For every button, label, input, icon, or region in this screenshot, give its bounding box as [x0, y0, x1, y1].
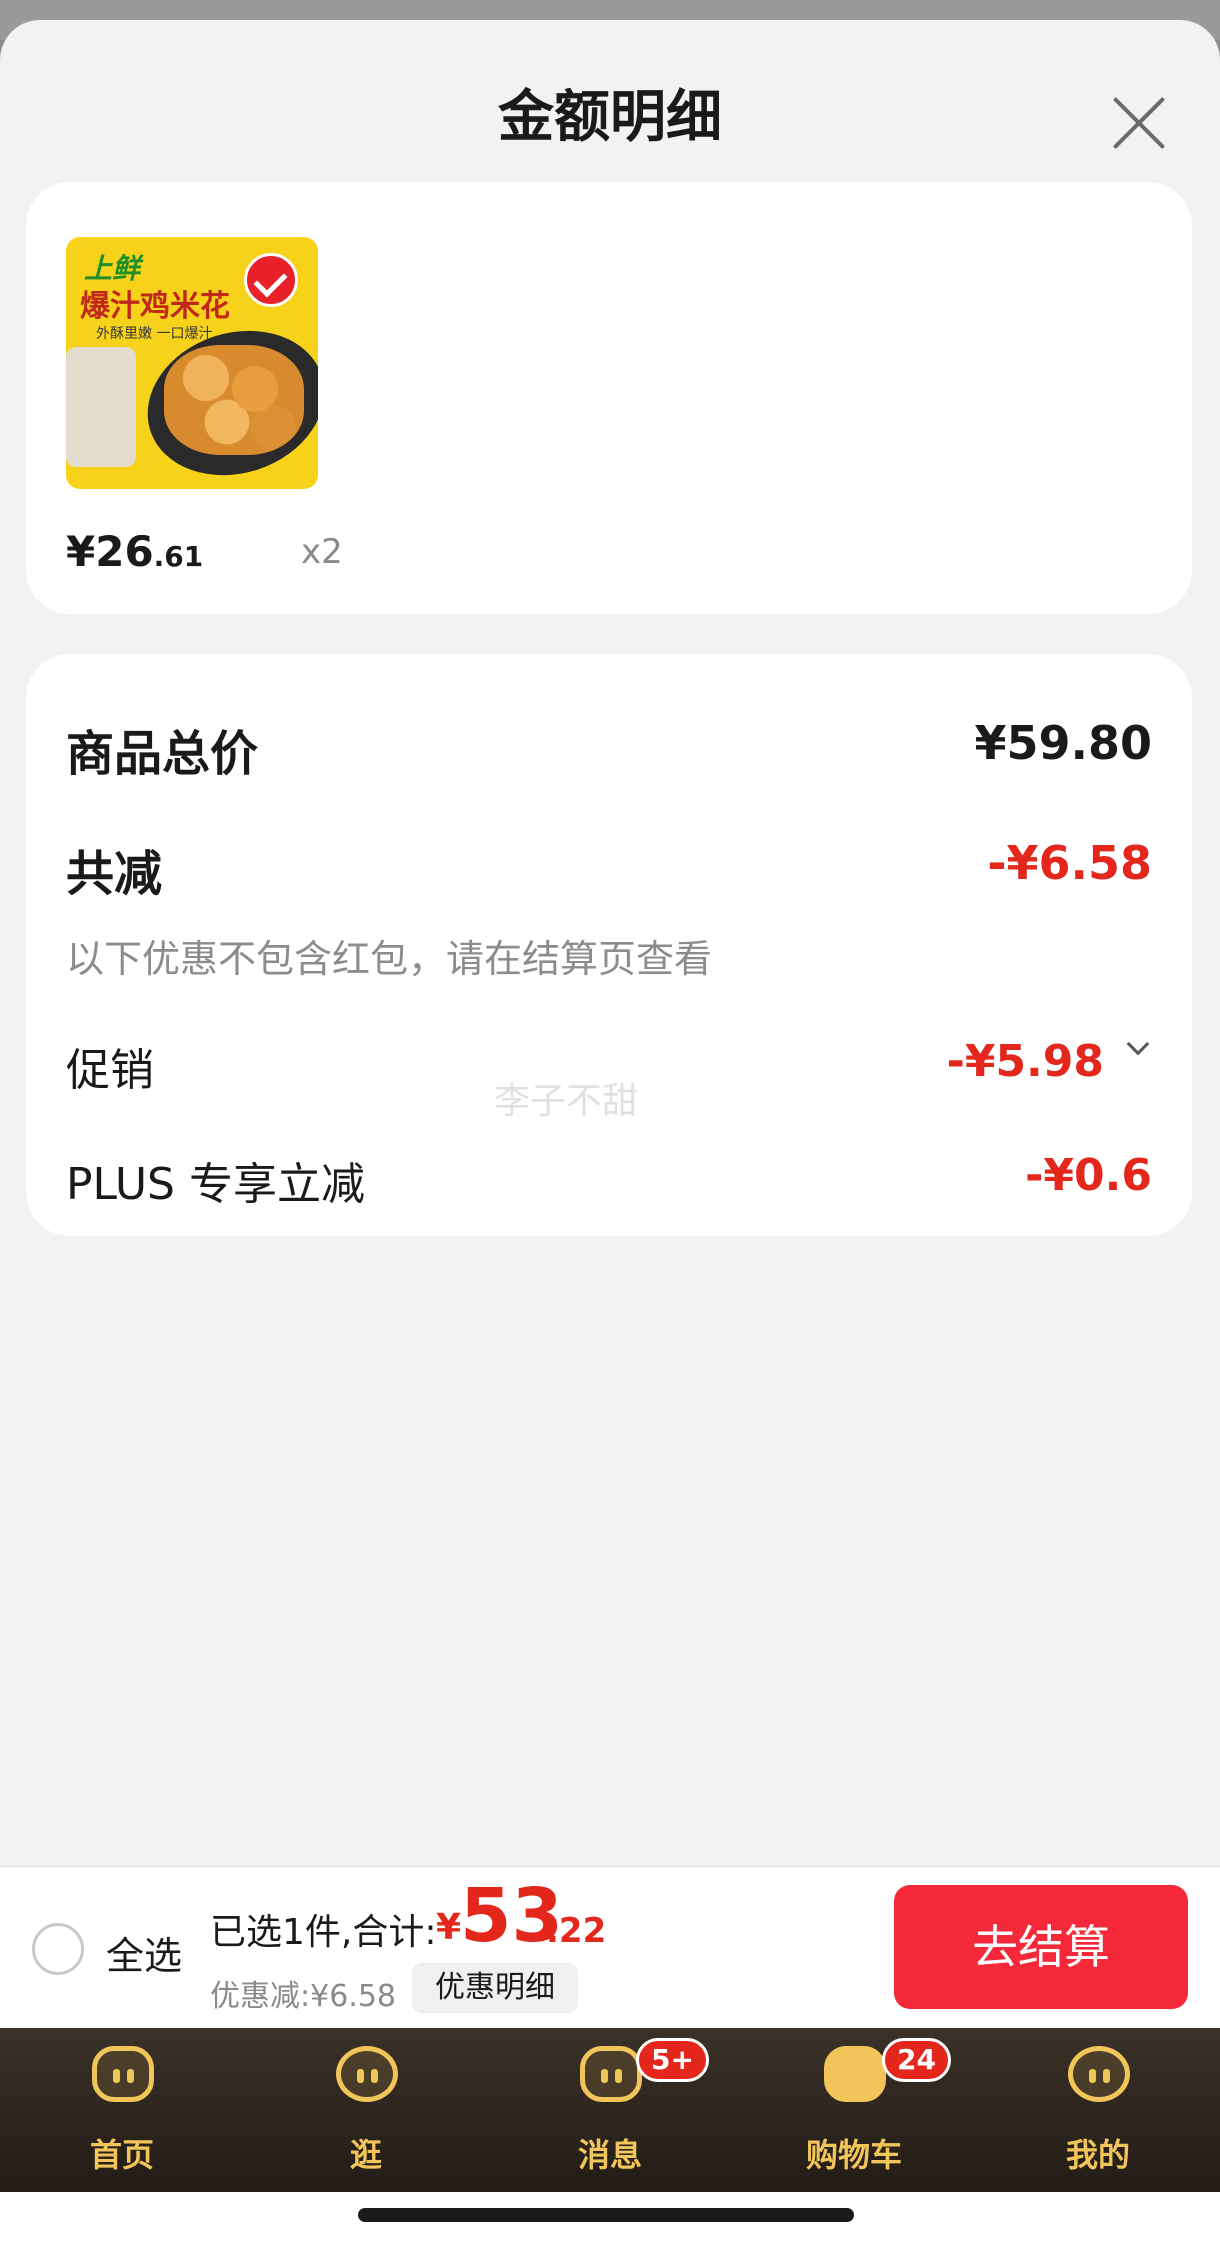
message-icon: [580, 2046, 642, 2102]
product-card: 上鲜 爆汁鸡米花 外酥里嫩 一口爆汁 ¥26.61 x2: [26, 182, 1192, 614]
home-indicator[interactable]: [358, 2208, 854, 2222]
select-all-radio[interactable]: [32, 1923, 84, 1975]
tab-cart[interactable]: 24 购物车: [732, 2028, 976, 2192]
discount-amount: 优惠减:¥6.58: [210, 1979, 396, 2014]
browse-icon: [336, 2046, 398, 2102]
promo-label: 促销: [66, 1045, 154, 1096]
total-amount-dec: .22: [546, 1911, 607, 1951]
tab-messages[interactable]: 5+ 消息: [488, 2028, 732, 2192]
total-currency: ¥: [436, 1907, 462, 1948]
promo-value[interactable]: -¥5.98: [947, 1036, 1104, 1087]
reduction-value: -¥6.58: [987, 836, 1152, 890]
message-badge: 5+: [636, 2038, 709, 2082]
plus-value: -¥0.6: [1025, 1150, 1152, 1201]
select-all-label[interactable]: 全选: [106, 1925, 182, 1980]
checkout-bar: 全选 已选1件,合计: ¥ 53 .22 优惠减:¥6.58 优惠明细 去结算: [0, 1866, 1220, 2028]
watermark: 李子不甜: [494, 1081, 639, 1122]
plus-label: PLUS 专享立减: [66, 1159, 365, 1210]
product-price-int: ¥26: [66, 527, 154, 576]
selected-info: 已选1件,合计:: [210, 1912, 437, 1953]
product-image-title: 爆汁鸡米花: [80, 289, 230, 324]
cart-badge: 24: [882, 2038, 951, 2082]
tab-label: 消息: [577, 2136, 642, 2174]
total-price-label: 商品总价: [66, 726, 259, 782]
chevron-down-icon[interactable]: [1126, 1032, 1150, 1056]
tab-label: 购物车: [805, 2136, 902, 2174]
home-icon: [92, 2046, 154, 2102]
reduction-label: 共减: [66, 846, 163, 902]
checkmark-icon[interactable]: [244, 253, 298, 307]
product-image[interactable]: 上鲜 爆汁鸡米花 外酥里嫩 一口爆汁: [66, 237, 318, 489]
price-summary-card: 商品总价 ¥59.80 共减 -¥6.58 以下优惠不包含红包，请在结算页查看 …: [26, 654, 1192, 1236]
cart-icon: [824, 2046, 886, 2102]
total-price-value: ¥59.80: [974, 716, 1152, 770]
bottom-tab-bar: 首页 逛 5+ 消息 24 购物车 我的: [0, 2028, 1220, 2192]
product-price: ¥26.61: [66, 527, 203, 576]
product-image-subtitle: 外酥里嫩 一口爆汁: [96, 326, 213, 342]
discount-note: 以下优惠不包含红包，请在结算页查看: [66, 937, 713, 981]
checkout-button[interactable]: 去结算: [894, 1885, 1188, 2009]
air-fryer-graphic: [66, 347, 136, 467]
close-icon[interactable]: [1108, 92, 1168, 152]
tab-label: 逛: [349, 2136, 382, 2174]
tab-profile[interactable]: 我的: [976, 2028, 1220, 2192]
tab-label: 我的: [1065, 2136, 1130, 2174]
tab-home[interactable]: 首页: [0, 2028, 244, 2192]
discount-detail-button[interactable]: 优惠明细: [412, 1963, 578, 2013]
product-quantity: x2: [301, 532, 343, 572]
tab-label: 首页: [89, 2136, 154, 2174]
profile-icon: [1068, 2046, 1130, 2102]
tab-browse[interactable]: 逛: [244, 2028, 488, 2192]
sheet-title: 金额明细: [498, 85, 722, 150]
product-price-dec: .61: [153, 540, 204, 573]
nuggets-graphic: [164, 345, 304, 455]
